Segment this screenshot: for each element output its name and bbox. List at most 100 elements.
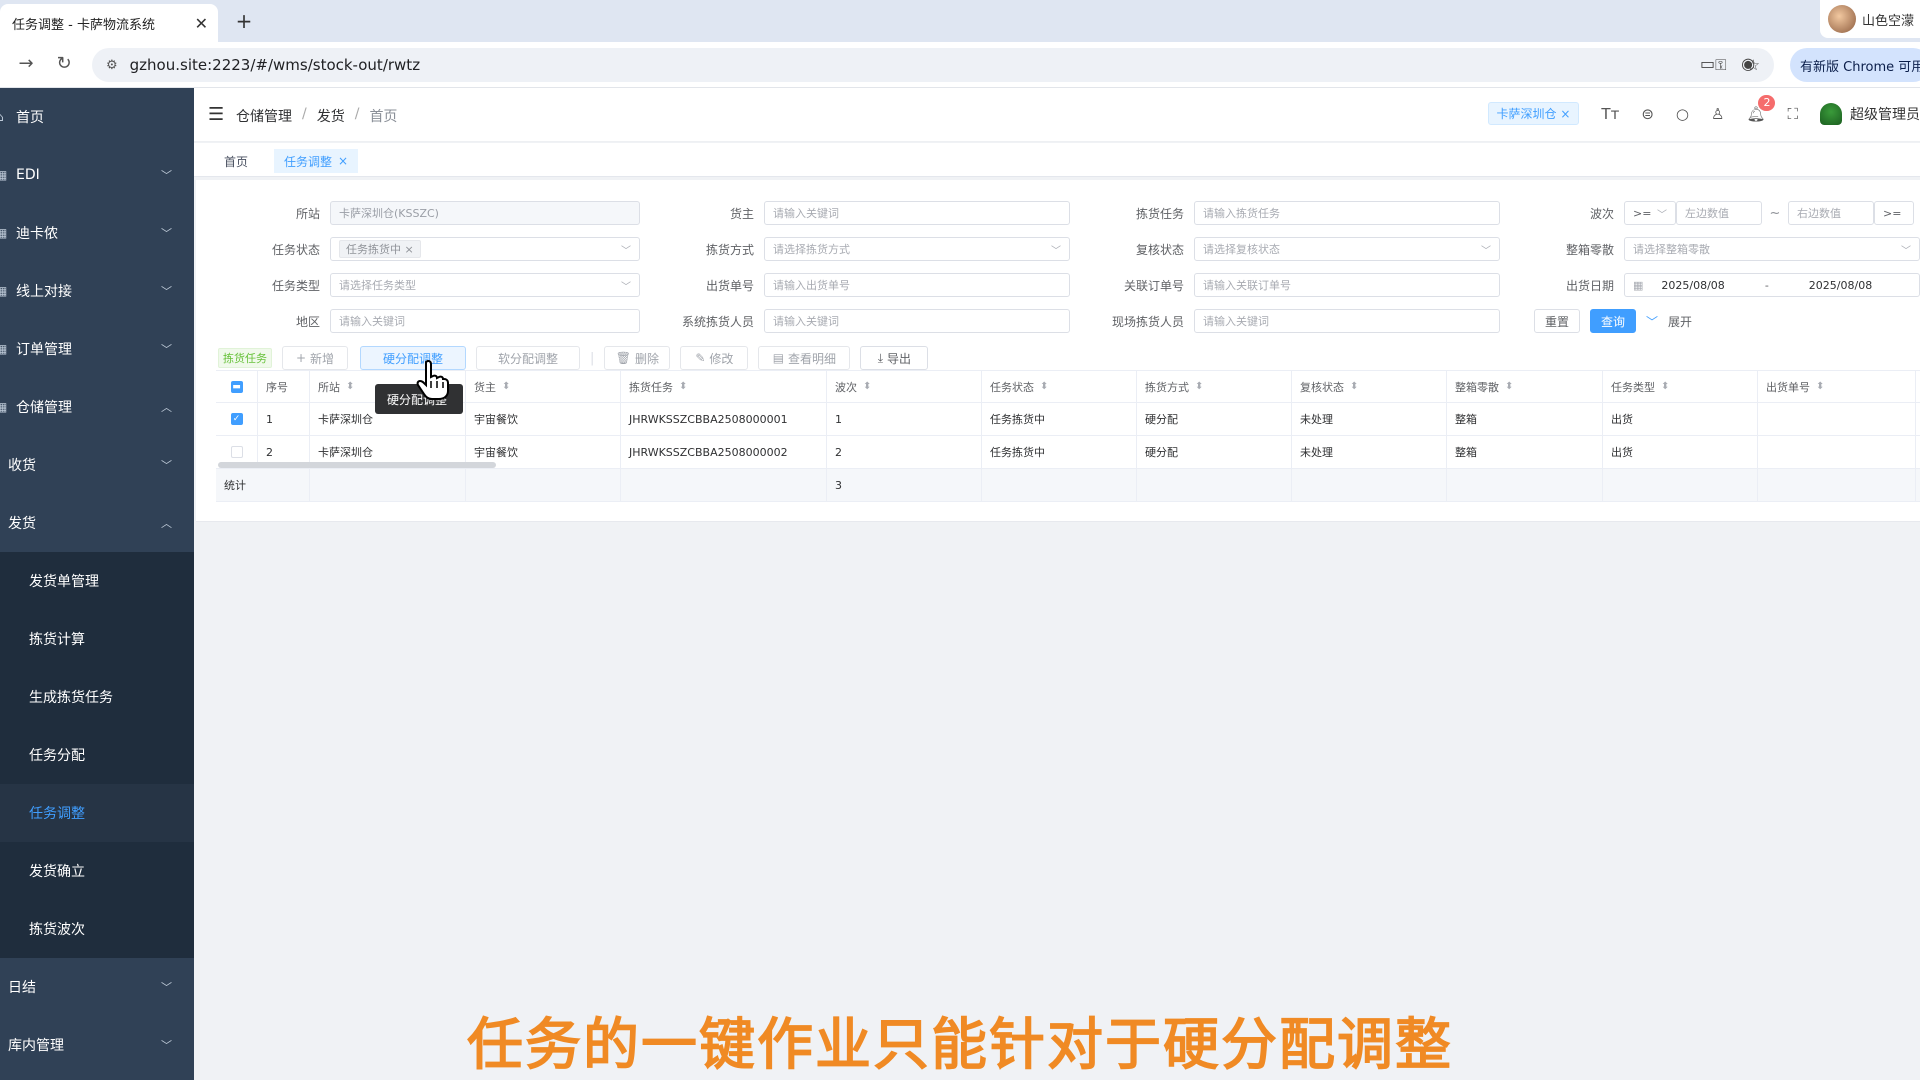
add-button[interactable]: + 新增	[282, 346, 348, 370]
sort-icon[interactable]: ⬍	[863, 381, 871, 392]
task-type-select[interactable]: 请选择任务类型 ﹀	[330, 273, 640, 297]
col-header[interactable]: 复核状态 ⬍	[1292, 371, 1447, 402]
sidebar-item-warehouse[interactable]: ▦ 仓储管理 ︿	[0, 378, 194, 436]
sidebar-item-shipping[interactable]: 发货 ︿	[0, 494, 194, 552]
sort-icon[interactable]: ⬍	[502, 381, 510, 392]
hamburger-icon[interactable]: ☰	[208, 104, 224, 125]
sort-icon[interactable]: ⬍	[1350, 381, 1358, 392]
sidebar-item-ship-orders[interactable]: 发货单管理	[0, 552, 194, 610]
new-tab-button[interactable]: +	[232, 9, 256, 33]
summary-cell	[982, 469, 1137, 501]
sort-icon[interactable]: ⬍	[346, 381, 354, 392]
site-info-icon[interactable]: ⚙	[106, 58, 118, 73]
search-icon[interactable]: ○	[1676, 105, 1689, 123]
sidebar-item-orders[interactable]: ▦ 订单管理 ﹀	[0, 320, 194, 378]
sidebar-item-online[interactable]: ▦ 线上对接 ﹀	[0, 262, 194, 320]
cast-icon[interactable]: ▭	[1700, 54, 1715, 73]
font-size-icon[interactable]: Tт	[1601, 105, 1619, 123]
sidebar-item-decathlon[interactable]: ▦ 迪卡侬 ﹀	[0, 204, 194, 262]
col-header[interactable]: 波次 ⬍	[827, 371, 982, 402]
theme-icon[interactable]: ⊜	[1641, 105, 1654, 123]
col-header[interactable]: 整箱零散 ⬍	[1447, 371, 1603, 402]
site-picker-input[interactable]: 请输入关键词	[1194, 309, 1500, 333]
url-text[interactable]: gzhou.site:2223/#/wms/stock-out/rwtz	[130, 56, 1715, 74]
row-checkbox[interactable]	[230, 446, 243, 458]
close-tab-icon[interactable]: ✕	[195, 14, 208, 33]
pick-task-input[interactable]: 请输入拣货任务	[1194, 201, 1500, 225]
sidebar-item-edi[interactable]: ▦ EDI ﹀	[0, 146, 194, 204]
col-header[interactable]: 拣货方式 ⬍	[1137, 371, 1292, 402]
expand-toggle[interactable]: ﹀ 展开	[1646, 313, 1692, 330]
fullscreen-icon[interactable]: ⛶	[1787, 105, 1798, 123]
sidebar-item-task-assign[interactable]: 任务分配	[0, 726, 194, 784]
tab-task-adjust[interactable]: 任务调整 ×	[274, 149, 359, 173]
sidebar-item-pick-calc[interactable]: 拣货计算	[0, 610, 194, 668]
delete-button[interactable]: 🗑︎ 删除	[604, 346, 671, 370]
sort-icon[interactable]: ⬍	[1661, 381, 1669, 392]
sidebar-item-gen-pick-task[interactable]: 生成拣货任务	[0, 668, 194, 726]
col-header[interactable]: 拣货任务 ⬍	[621, 371, 827, 402]
order-no-input[interactable]: 请输入关联订单号	[1194, 273, 1500, 297]
user-menu[interactable]: 超级管理员	[1820, 102, 1920, 125]
omnibox[interactable]: ⚙ gzhou.site:2223/#/wms/stock-out/rwtz ⚿…	[92, 48, 1774, 82]
warehouse-tag[interactable]: 卡萨深圳仓 ×	[1487, 102, 1580, 125]
col-header[interactable]: 货主 ⬍	[466, 371, 621, 402]
sidebar-item-ship-confirm[interactable]: 发货确立	[0, 842, 194, 900]
wave-left-input[interactable]: 左边数值	[1676, 201, 1762, 225]
select-all-checkbox[interactable]: ▬	[230, 380, 243, 393]
status-chip: 任务拣货中 ×	[339, 240, 421, 258]
close-icon[interactable]: ×	[338, 154, 348, 168]
chrome-update-button[interactable]: 有新版 Chrome 可用	[1790, 48, 1920, 82]
col-header[interactable]: 出货单号 ⬍	[1758, 371, 1916, 402]
sort-icon[interactable]: ⬍	[1816, 381, 1824, 392]
close-icon[interactable]: ×	[1560, 107, 1570, 121]
breadcrumb-item[interactable]: 发货	[317, 106, 345, 126]
sort-icon[interactable]: ⬍	[1040, 381, 1048, 392]
breadcrumb-item[interactable]: 仓储管理	[236, 106, 292, 126]
pick-method-select[interactable]: 请选择拣货方式 ﹀	[764, 237, 1070, 261]
shirt-icon[interactable]: ♙	[1711, 105, 1724, 123]
sort-icon[interactable]: ⬍	[679, 381, 687, 392]
wave-op-select[interactable]: >= ﹀	[1624, 201, 1676, 225]
profile-chip[interactable]: 山色空濛	[1820, 0, 1920, 38]
sidebar-item-task-adjust[interactable]: 任务调整	[0, 784, 194, 842]
sidebar-item-home[interactable]: ⌂ 首页	[0, 88, 194, 146]
ship-no-input[interactable]: 请输入出货单号	[764, 273, 1070, 297]
edit-button[interactable]: ✎ 修改	[680, 346, 749, 370]
sort-icon[interactable]: ⬍	[1195, 381, 1203, 392]
region-input[interactable]: 请输入关键词	[330, 309, 640, 333]
col-header[interactable]: 任务类型 ⬍	[1603, 371, 1758, 402]
bell-icon[interactable]: 🔔︎ 2	[1746, 94, 1776, 123]
col-header[interactable]: 任务状态 ⬍	[982, 371, 1137, 402]
sort-icon[interactable]: ⬍	[1505, 381, 1513, 392]
export-button[interactable]: ⤓ 导出	[860, 346, 929, 370]
row-checkbox[interactable]: ✓	[230, 413, 243, 425]
sys-picker-input[interactable]: 请输入关键词	[764, 309, 1070, 333]
sidebar-item-receiving[interactable]: 收货 ﹀	[0, 436, 194, 494]
browser-tab[interactable]: 任务调整 - 卡萨物流系统 ✕	[0, 4, 218, 42]
ship-date-range[interactable]: ▦ 2025/08/08 - 2025/08/08	[1624, 273, 1920, 297]
task-status-select[interactable]: 任务拣货中 × ﹀	[330, 237, 640, 261]
wave-op2-select[interactable]: >=	[1874, 201, 1914, 225]
chip-label: 任务拣货中	[346, 243, 401, 256]
owner-input[interactable]: 请输入关键词	[764, 201, 1070, 225]
forward-icon[interactable]: →	[14, 53, 38, 74]
select-all-cell[interactable]: ▬	[216, 371, 258, 402]
table-row[interactable]: ✓ 1 卡萨深圳仓 宇宙餐饮 JHRWKSSZCBBA2508000001 1 …	[216, 403, 1920, 436]
account-icon[interactable]: ◉	[1741, 54, 1755, 73]
sidebar-item-pick-wave[interactable]: 拣货波次	[0, 900, 194, 958]
reload-icon[interactable]: ↻	[52, 53, 76, 74]
query-button[interactable]: 查询	[1590, 309, 1636, 333]
reset-button[interactable]: 重置	[1534, 309, 1580, 333]
detail-button[interactable]: ▤ 查看明细	[758, 346, 851, 370]
box-select[interactable]: 请选择整箱零散 ﹀	[1624, 237, 1920, 261]
review-status-select[interactable]: 请选择复核状态 ﹀	[1194, 237, 1500, 261]
cell-no: 1	[258, 403, 310, 435]
row-select-cell[interactable]: ✓	[216, 403, 258, 435]
hard-adjust-button[interactable]: 硬分配调整	[360, 346, 466, 370]
close-icon[interactable]: ×	[405, 243, 414, 256]
tab-home[interactable]: 首页	[214, 149, 258, 173]
table-scrollbar[interactable]	[218, 462, 496, 468]
soft-adjust-button[interactable]: 软分配调整	[476, 346, 580, 370]
wave-right-input[interactable]: 右边数值	[1788, 201, 1874, 225]
